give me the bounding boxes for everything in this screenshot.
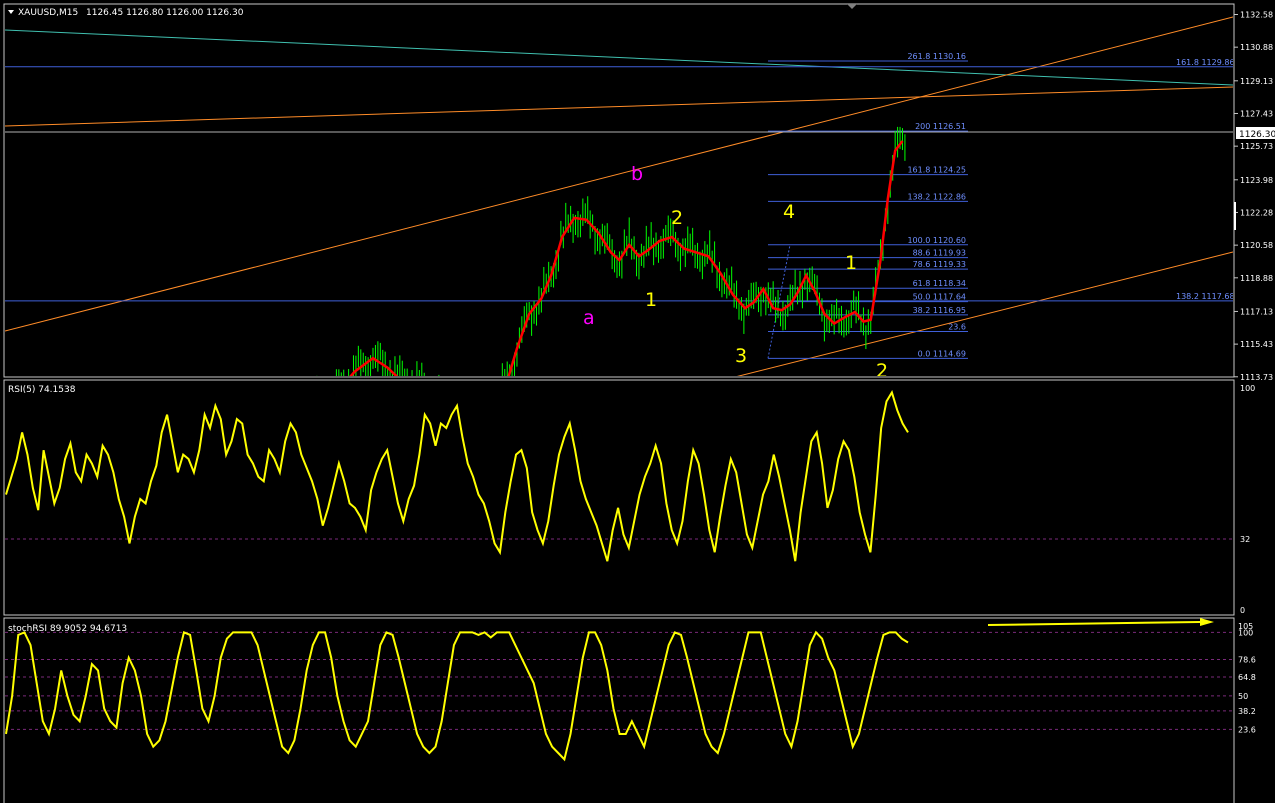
stoch-axis-label: 38.2 <box>1238 707 1256 716</box>
chart-canvas: 161.8 1129.86 138.2 1117.68 261.8 1130.16 2… <box>0 0 1275 803</box>
wave-label: 4 <box>783 201 795 223</box>
price-axis-label: 1120.58 <box>1240 241 1273 250</box>
rsi-axis-label: 0 <box>1240 606 1245 615</box>
stoch-axis-label: 78.6 <box>1238 656 1256 665</box>
wave-label: 1 <box>645 289 657 311</box>
fib-level-label: 50.0 1117.64 <box>913 293 966 302</box>
fib-level-label: 200 1126.51 <box>915 122 966 131</box>
price-axis-label: 1132.58 <box>1240 11 1273 20</box>
price-axis-label: 1118.88 <box>1240 274 1273 283</box>
fib-level-label: 38.2 1116.95 <box>913 306 966 315</box>
stoch-axis-label: 23.6 <box>1238 725 1256 734</box>
price-axis-label: 1122.28 <box>1240 208 1273 217</box>
wave-label: 2 <box>671 207 683 229</box>
fib-level-label: 138.2 1122.86 <box>907 192 966 201</box>
fib-level-label: 0.0 1114.69 <box>918 349 966 358</box>
fib-level-label: 161.8 1124.25 <box>907 166 966 175</box>
price-axis-label: 1127.43 <box>1240 109 1273 118</box>
symbol-label[interactable]: XAUUSD,M15 <box>18 8 78 18</box>
price-axis-label: 1115.43 <box>1240 340 1273 349</box>
fib-level-label: 23.6 <box>948 322 966 331</box>
wave-label: 1 <box>845 252 857 274</box>
stoch-axis-label: 100 <box>1238 628 1253 637</box>
stoch-title: stochRSI 89.9052 94.6713 <box>8 624 127 634</box>
price-axis-label: 1113.73 <box>1240 373 1273 382</box>
scroll-handle[interactable] <box>1234 202 1236 230</box>
fib-level-label: 100.0 1120.60 <box>907 236 966 245</box>
fib-level-label: 88.6 1119.93 <box>913 249 966 258</box>
current-price-text: 1126.30 <box>1239 130 1275 140</box>
price-axis-label: 1123.98 <box>1240 176 1273 185</box>
price-axis-label: 1129.13 <box>1240 77 1273 86</box>
fib-level-label: 78.6 1119.33 <box>913 260 966 269</box>
rsi-axis-label: 100 <box>1240 384 1255 393</box>
price-axis-label: 1130.88 <box>1240 43 1273 52</box>
stoch-axis-label: 50 <box>1238 692 1248 701</box>
rsi-title: RSI(5) 74.1538 <box>8 385 76 395</box>
ohlc-readout: 1126.45 1126.80 1126.00 1126.30 <box>86 8 244 18</box>
wave-label: 3 <box>735 345 747 367</box>
price-axis-label: 1125.73 <box>1240 142 1273 151</box>
fib-long-label: 161.8 1129.86 <box>1176 58 1235 67</box>
wave-label: a <box>583 307 595 329</box>
stoch-axis-label: 64.8 <box>1238 673 1256 682</box>
fib-level-label: 61.8 1118.34 <box>913 279 966 288</box>
fib-long-label: 138.2 1117.68 <box>1176 292 1235 301</box>
fib-level-label: 261.8 1130.16 <box>907 52 966 61</box>
wave-label: b <box>631 163 643 185</box>
rsi-axis-label: 32 <box>1240 535 1250 544</box>
price-axis-label: 1117.13 <box>1240 307 1273 316</box>
